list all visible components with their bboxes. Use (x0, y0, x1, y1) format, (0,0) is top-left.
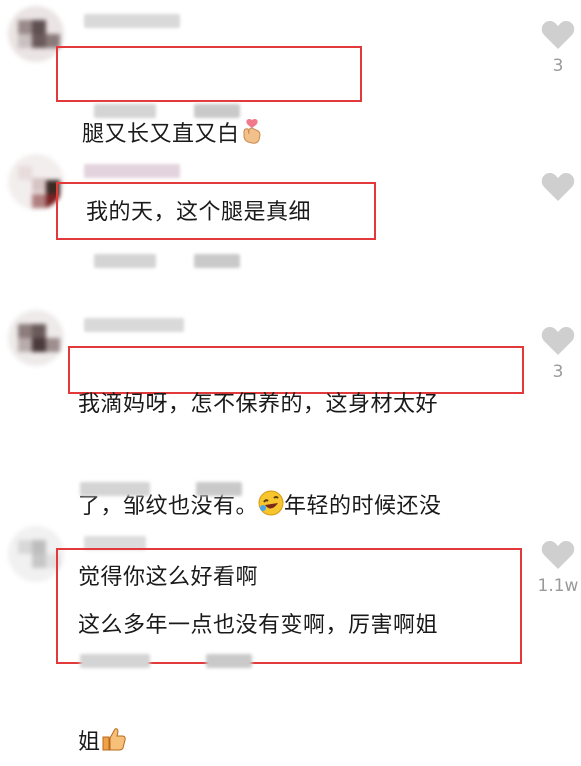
username[interactable] (84, 318, 184, 332)
like-count: 1.1w (537, 576, 579, 596)
like-button[interactable] (536, 172, 580, 202)
heart-icon (541, 541, 575, 569)
avatar[interactable] (8, 310, 64, 366)
heart-icon (541, 21, 575, 49)
username[interactable] (84, 164, 180, 178)
comment-text: 我的天，这个腿是真细 (86, 200, 312, 225)
comment-text: 腿又长又直又白 (82, 50, 264, 155)
thumbs-up-icon (101, 686, 127, 766)
like-button[interactable]: 3 (536, 20, 580, 76)
finger-heart-icon (240, 84, 264, 155)
like-count: 3 (552, 56, 564, 76)
like-button[interactable]: 3 (536, 326, 580, 382)
username[interactable] (84, 14, 180, 28)
heart-icon (541, 327, 575, 355)
like-button[interactable]: 1.1w (536, 540, 580, 596)
like-count: 3 (552, 362, 564, 382)
heart-icon (541, 173, 575, 201)
rofl-face-icon (258, 456, 284, 527)
